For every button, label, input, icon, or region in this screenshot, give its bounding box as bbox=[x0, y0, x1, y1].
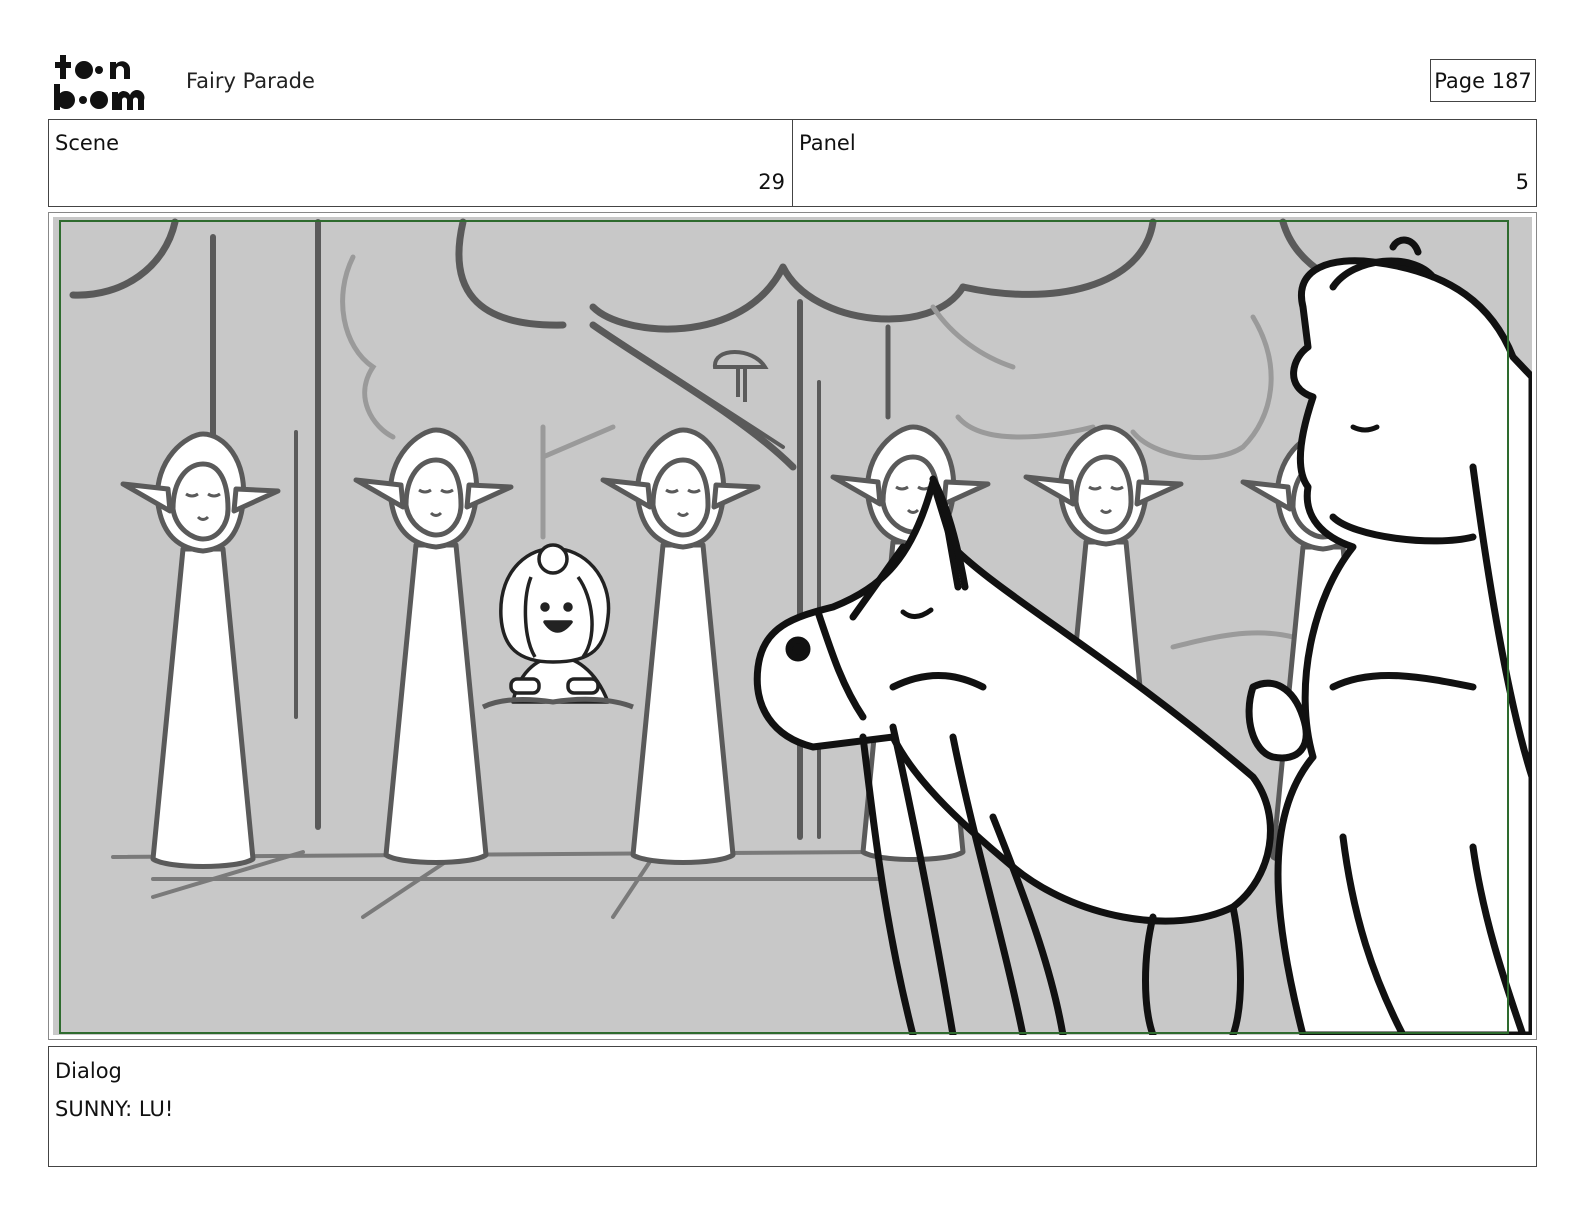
dialog-label: Dialog bbox=[55, 1059, 122, 1083]
toonboom-logo bbox=[54, 55, 145, 110]
project-title: Fairy Parade bbox=[186, 69, 315, 93]
scene-number: 29 bbox=[758, 170, 785, 194]
scene-panel-info: Scene 29 Panel 5 bbox=[48, 119, 1537, 207]
page-number: Page 187 bbox=[1430, 59, 1536, 102]
storyboard-frame bbox=[48, 212, 1537, 1040]
storyboard-sketch bbox=[53, 217, 1532, 1035]
dialog-text: SUNNY: LU! bbox=[55, 1097, 174, 1121]
panel-label: Panel bbox=[799, 131, 856, 155]
scene-label: Scene bbox=[55, 131, 120, 155]
dialog-box: Dialog SUNNY: LU! bbox=[48, 1046, 1537, 1167]
scene-cell: Scene 29 bbox=[49, 120, 792, 206]
panel-number: 5 bbox=[1515, 170, 1529, 194]
panel-cell: Panel 5 bbox=[792, 120, 1536, 206]
